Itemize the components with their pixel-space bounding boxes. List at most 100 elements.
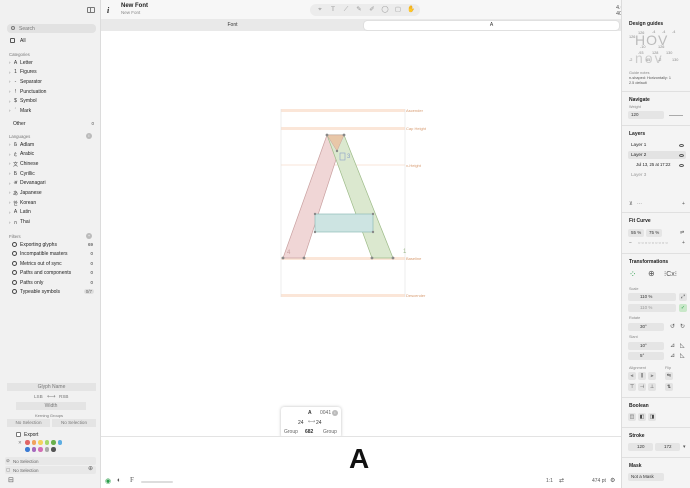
filter-item[interactable]: Typeable symbols 0/7 — [12, 288, 96, 298]
align-left-icon[interactable]: ⫷ — [628, 372, 636, 380]
kerning-left-field[interactable]: No Selection — [7, 419, 50, 427]
slant-x-field[interactable]: 10° — [628, 342, 664, 350]
knife-tool-icon[interactable]: ⟋ — [342, 6, 350, 14]
sidebar-toggle-icon[interactable] — [87, 7, 95, 13]
glyph-card-info-icon[interactable]: i — [332, 410, 338, 416]
node-point[interactable] — [335, 149, 339, 153]
color-swatch[interactable] — [31, 440, 36, 445]
preview-scale[interactable]: 1:1 — [546, 478, 553, 484]
chevron-right-icon[interactable]: › — [9, 200, 11, 205]
slant-y-field[interactable]: 5° — [628, 352, 664, 360]
color-swatch[interactable] — [38, 440, 43, 445]
link-icon[interactable]: ⟷ — [308, 419, 315, 425]
add-filter-icon[interactable]: + — [86, 233, 92, 239]
language-item[interactable]: › Б Cyrillic — [9, 169, 97, 179]
node-point[interactable] — [313, 230, 317, 234]
slant-down-icon[interactable]: ◺ — [680, 352, 685, 359]
node-point[interactable] — [371, 212, 375, 216]
minus-icon[interactable]: − — [629, 240, 632, 246]
preview-size[interactable]: 474 pt — [592, 478, 606, 484]
fit-curve-slider[interactable]: ○○○○○○○○○ — [638, 240, 669, 245]
color-swatch[interactable] — [51, 440, 56, 445]
chevron-right-icon[interactable]: › — [9, 108, 11, 113]
color-swatch[interactable] — [25, 447, 30, 452]
node-point[interactable] — [391, 256, 395, 260]
color-swatch[interactable] — [44, 447, 49, 452]
align-center-icon[interactable]: ⫼ — [638, 372, 646, 380]
layer-item[interactable]: Jul 13, 25 at 17:22 — [628, 161, 686, 169]
slant-right-icon[interactable]: ◺ — [680, 342, 685, 349]
export-checkbox[interactable] — [16, 432, 21, 437]
filter-item[interactable]: Exporting glyphs 69 — [12, 240, 96, 250]
lsb-label[interactable]: LSB — [34, 394, 43, 399]
eye-icon[interactable] — [679, 153, 684, 157]
selection-bar-1[interactable]: ⊘ No Selection — [5, 457, 96, 465]
align-top-icon[interactable]: ⊤ — [628, 383, 636, 391]
mask-select[interactable]: Not a Mask — [628, 473, 664, 481]
language-item[interactable]: › ก Thai — [9, 218, 97, 228]
grid-origin-icon[interactable]: ⁘ — [629, 269, 637, 280]
stroke-width-field[interactable]: 120 — [628, 443, 653, 451]
scale-y-field[interactable]: 110 % — [628, 304, 676, 312]
category-item[interactable]: › ´ Mark — [9, 106, 97, 116]
color-swatch[interactable] — [25, 440, 30, 445]
scale-apply-icon[interactable]: ⤢ — [679, 293, 687, 301]
rotate-field[interactable]: 30° — [628, 323, 664, 331]
filter-settings-icon[interactable]: ⊟ — [8, 476, 14, 484]
align-bottom-icon[interactable]: ⊥ — [648, 383, 656, 391]
weight-field[interactable]: 120 — [628, 111, 664, 119]
category-item[interactable]: › - Separator — [9, 77, 97, 87]
glyph-name-field[interactable]: Glyph Name — [7, 383, 96, 391]
kerning-right-field[interactable]: No Selection — [52, 419, 96, 427]
align-icon[interactable]: ⇄ — [559, 477, 564, 484]
rectangle-tool-icon[interactable]: ▢ — [394, 6, 402, 14]
text-tool-icon[interactable]: T — [329, 6, 337, 14]
uniform-scale-checkbox[interactable]: ✓ — [679, 304, 687, 312]
glyph-editor-svg[interactable] — [101, 31, 621, 436]
node-point[interactable] — [302, 256, 306, 260]
chevron-right-icon[interactable]: › — [9, 60, 11, 65]
category-item[interactable]: › $ Symbol — [9, 97, 97, 107]
right-stem[interactable] — [326, 134, 394, 259]
filter-item[interactable]: Paths only 0 — [12, 278, 96, 288]
chevron-right-icon[interactable]: › — [9, 152, 11, 157]
layer-item-selected[interactable]: Layer 2 — [628, 151, 686, 159]
layer-item[interactable]: Layer 3 — [628, 171, 686, 179]
slant-up-icon[interactable]: ⊿ — [670, 352, 675, 359]
language-item[interactable]: › あ Japanese — [9, 188, 97, 198]
tab-glyph-a[interactable]: A — [364, 20, 619, 30]
scale-x-field[interactable]: 110 % — [628, 293, 676, 301]
filter-icon[interactable]: ⊻ — [629, 201, 633, 207]
color-swatch[interactable] — [57, 440, 62, 445]
glyph-canvas[interactable]: Ascender Cap Height x-Height Baseline De… — [101, 31, 621, 436]
add-icon[interactable]: ⊕ — [88, 465, 93, 472]
node-point[interactable] — [313, 212, 317, 216]
fit-curve-settings-icon[interactable]: ⇌ — [680, 230, 684, 236]
chevron-right-icon[interactable]: › — [9, 171, 11, 176]
glyph-card-width[interactable]: 682 — [305, 429, 313, 435]
language-item[interactable]: › ع Arabic — [9, 150, 97, 160]
language-item[interactable]: › 文 Chinese — [9, 159, 97, 169]
eye-icon[interactable]: ◉ — [105, 477, 111, 485]
select-tool-icon[interactable]: ⌖ — [316, 6, 324, 14]
hand-tool-icon[interactable]: ✋ — [407, 6, 415, 14]
color-swatch[interactable] — [51, 447, 56, 452]
align-middle-icon[interactable]: ⊣ — [638, 383, 646, 391]
languages-info-icon[interactable]: i — [86, 133, 92, 139]
font-icon[interactable]: F — [130, 476, 134, 484]
more-icon[interactable]: ⋯ — [637, 201, 642, 207]
node-point[interactable] — [325, 133, 329, 137]
rotate-ccw-icon[interactable]: ↺ — [670, 323, 675, 330]
glyph-a-outline[interactable] — [282, 134, 394, 259]
glyph-card-lsb[interactable]: 24 — [298, 420, 304, 426]
chevron-right-icon[interactable]: › — [9, 99, 11, 104]
language-item[interactable]: › 𞤀 Adlam — [9, 140, 97, 150]
chevron-right-icon[interactable]: › — [9, 89, 11, 94]
rotate-cw-icon[interactable]: ↻ — [680, 323, 685, 330]
glyph-card-left-group[interactable]: Group — [284, 429, 298, 435]
add-layer-icon[interactable]: + — [682, 201, 685, 207]
sidebar-item-all[interactable]: All — [7, 36, 96, 45]
chevron-right-icon[interactable]: › — [9, 161, 11, 166]
chevron-right-icon[interactable]: › — [9, 220, 11, 225]
chevron-right-icon[interactable]: › — [9, 142, 11, 147]
